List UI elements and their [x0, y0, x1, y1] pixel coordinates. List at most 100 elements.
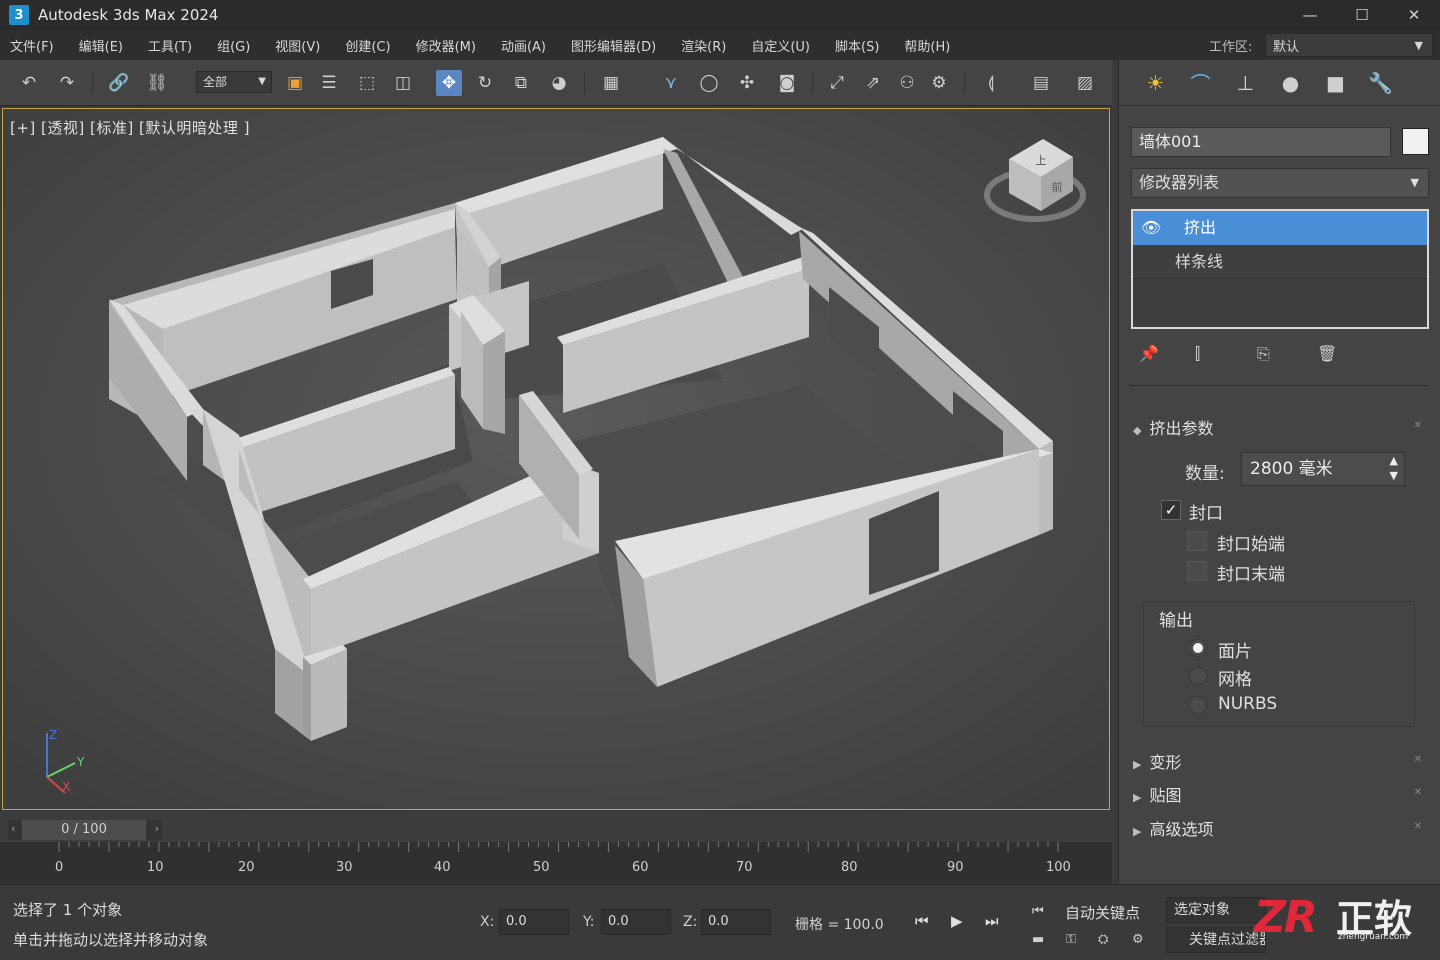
output-patch-radio[interactable] — [1189, 639, 1207, 657]
rollout-close-icon[interactable]: ✕ — [1414, 787, 1422, 798]
render-frame-icon[interactable]: ▨ — [1072, 70, 1098, 96]
eye-icon[interactable]: 👁 — [1141, 211, 1161, 245]
workspace-dropdown[interactable]: 默认 ▼ — [1265, 33, 1433, 57]
rollout-close-icon[interactable]: ✕ — [1414, 420, 1422, 431]
spinner-arrows-icon[interactable]: ▲ ▼ — [1390, 453, 1398, 483]
cap-start-checkbox[interactable] — [1187, 531, 1207, 551]
window-controls: — ☐ ✕ — [1284, 0, 1440, 30]
select-object-icon[interactable]: ▣ — [282, 70, 308, 96]
menu-rendering[interactable]: 渲染(R) — [681, 36, 726, 55]
mirror-icon[interactable]: ⤢ — [824, 70, 850, 96]
percent-snap-icon[interactable]: ✣ — [734, 70, 760, 96]
amount-spinner[interactable]: 2800 毫米 ▲ ▼ — [1241, 452, 1405, 486]
menu-group[interactable]: 组(G) — [217, 36, 250, 55]
cap-end-checkbox[interactable] — [1187, 561, 1207, 581]
select-by-name-icon[interactable]: ☰ — [316, 70, 342, 96]
window-title: Autodesk 3ds Max 2024 — [38, 6, 219, 24]
minimize-button[interactable]: — — [1284, 0, 1336, 30]
material-editor-icon[interactable]: ▤ — [1028, 70, 1054, 96]
menu-tools[interactable]: 工具(T) — [148, 36, 192, 55]
chevron-right-icon[interactable]: › — [155, 822, 159, 835]
pivot-icon[interactable]: ▦ — [598, 70, 624, 96]
modify-tab-icon[interactable]: ⌒ — [1178, 66, 1223, 100]
track-bar[interactable]: 0 10 20 30 40 50 60 70 80 90 100 — [0, 842, 1112, 884]
rollout-mapping[interactable]: ▶ 贴图 — [1133, 782, 1181, 806]
remove-modifier-icon[interactable]: 🗑 — [1317, 344, 1337, 363]
curve-editor-icon[interactable]: ⟬ — [978, 70, 1004, 96]
rollout-title: 贴图 — [1149, 786, 1182, 805]
key-icon[interactable]: ⚿ — [1066, 932, 1076, 947]
link-icon[interactable]: 🔗 — [106, 70, 132, 96]
time-config-icon[interactable]: ⚙ — [1132, 932, 1144, 947]
y-coord-field[interactable]: 0.0 — [601, 909, 671, 935]
time-slider[interactable]: ‹ 0 / 100 › — [8, 820, 162, 840]
z-coord-field[interactable]: 0.0 — [701, 909, 771, 935]
close-button[interactable]: ✕ — [1388, 0, 1440, 30]
menu-graph-editors[interactable]: 图形编辑器(D) — [571, 36, 656, 55]
pin-stack-icon[interactable]: 📌 — [1139, 344, 1159, 363]
menu-help[interactable]: 帮助(H) — [904, 36, 950, 55]
output-patch-label: 面片 — [1218, 642, 1252, 662]
perspective-viewport[interactable]: 上 前 Z Y X [+] [透视] [标准] [默认明暗处理 ] — [2, 108, 1110, 810]
output-nurbs-radio[interactable] — [1189, 696, 1207, 714]
display-tab-icon[interactable]: ■ — [1313, 66, 1358, 100]
menu-edit[interactable]: 编辑(E) — [79, 36, 123, 55]
rollout-close-icon[interactable]: ✕ — [1414, 754, 1422, 765]
stack-item-extrude[interactable]: 👁 挤出 — [1133, 211, 1427, 245]
go-to-end-icon[interactable]: ⏭ — [985, 912, 999, 930]
set-key-icon[interactable]: ▬ — [1032, 932, 1044, 947]
x-coord-field[interactable]: 0.0 — [499, 909, 569, 935]
auto-key-button[interactable]: 自动关键点 — [1065, 902, 1140, 923]
rollout-advanced[interactable]: ▶ 高级选项 — [1133, 816, 1213, 840]
rect-selection-icon[interactable]: ⬚ — [354, 70, 380, 96]
selected-object-dropdown[interactable]: 选定对象 — [1166, 897, 1266, 923]
layer-icon[interactable]: ⚇ — [894, 70, 920, 96]
menu-scripting[interactable]: 脚本(S) — [835, 36, 879, 55]
scene-explorer-icon[interactable]: ⚙ — [926, 70, 952, 96]
undo-icon[interactable]: ↶ — [16, 70, 42, 96]
selection-filter-dropdown[interactable]: 全部 ▼ — [196, 71, 272, 93]
snap-icon[interactable]: ⋎ — [658, 70, 684, 96]
cap-checkbox[interactable]: ✓ — [1161, 500, 1181, 520]
window-crossing-icon[interactable]: ◫ — [390, 70, 416, 96]
place-icon[interactable]: ◕ — [546, 70, 572, 96]
viewport-label[interactable]: [+] [透视] [标准] [默认明暗处理 ] — [10, 117, 250, 138]
unlink-icon[interactable]: ⛓ — [144, 70, 170, 96]
utilities-tab-icon[interactable]: 🔧 — [1358, 66, 1403, 100]
key-filter-icon[interactable]: ⛭ — [1098, 932, 1108, 947]
show-end-result-icon[interactable]: ⫿ — [1195, 344, 1200, 364]
menu-modifiers[interactable]: 修改器(M) — [416, 36, 476, 55]
menu-create[interactable]: 创建(C) — [345, 36, 390, 55]
make-unique-icon[interactable]: ⎘ — [1257, 344, 1270, 364]
modifier-list-dropdown[interactable]: 修改器列表 ▼ — [1131, 168, 1429, 198]
output-mesh-radio[interactable] — [1189, 667, 1207, 685]
menu-views[interactable]: 视图(V) — [275, 36, 320, 55]
key-filters-button[interactable]: 关键点过滤器... — [1166, 927, 1266, 953]
stack-item-spline[interactable]: 样条线 — [1133, 245, 1427, 279]
object-name-field[interactable]: 墙体001 — [1131, 127, 1391, 157]
object-color-swatch[interactable] — [1402, 128, 1429, 155]
key-mode-icon[interactable]: ⏮ — [1032, 904, 1044, 919]
select-scale-icon[interactable]: ⧉ — [508, 70, 534, 96]
rollout-extrude-params[interactable]: ◆ 挤出参数 — [1133, 415, 1213, 439]
motion-tab-icon[interactable]: ● — [1268, 66, 1313, 100]
time-slider-knob[interactable]: 0 / 100 — [22, 820, 146, 840]
hierarchy-tab-icon[interactable]: ⊥ — [1223, 66, 1268, 100]
select-rotate-icon[interactable]: ↻ — [472, 70, 498, 96]
play-icon[interactable]: ▶ — [951, 912, 963, 930]
maximize-button[interactable]: ☐ — [1336, 0, 1388, 30]
axis-x-label: X — [62, 780, 70, 794]
menu-customize[interactable]: 自定义(U) — [751, 36, 810, 55]
angle-snap-icon[interactable]: ◯ — [696, 70, 722, 96]
menu-file[interactable]: 文件(F) — [10, 36, 54, 55]
create-tab-icon[interactable]: ☀ — [1133, 66, 1178, 100]
chevron-left-icon[interactable]: ‹ — [11, 822, 15, 835]
rollout-deform[interactable]: ▶ 变形 — [1133, 749, 1181, 773]
rollout-close-icon[interactable]: ✕ — [1414, 821, 1422, 832]
menu-animation[interactable]: 动画(A) — [501, 36, 546, 55]
align-icon[interactable]: ⇗ — [860, 70, 886, 96]
select-move-icon[interactable]: ✥ — [436, 70, 462, 96]
spinner-snap-icon[interactable]: ◙ — [774, 70, 800, 96]
redo-icon[interactable]: ↷ — [54, 70, 80, 96]
go-to-start-icon[interactable]: ⏮ — [915, 912, 929, 930]
